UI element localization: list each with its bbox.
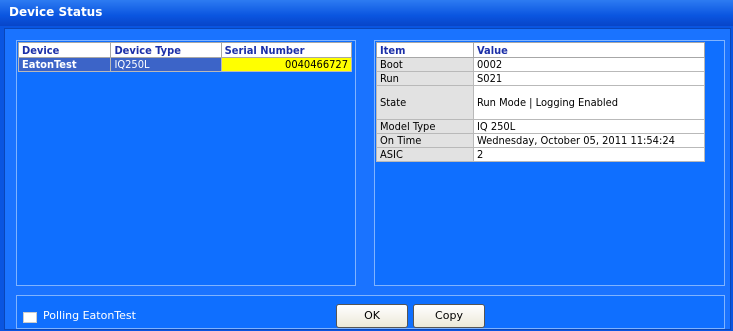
value-cell: IQ 250L: [473, 119, 705, 134]
value-cell: 2: [473, 147, 705, 162]
value-cell: 0002: [473, 57, 705, 72]
table-row[interactable]: Run S021: [376, 71, 705, 86]
value-cell: Wednesday, October 05, 2011 11:54:24: [473, 133, 705, 148]
copy-button[interactable]: Copy: [413, 304, 485, 328]
title-bar: Device Status: [0, 0, 733, 26]
item-cell: Model Type: [376, 119, 474, 134]
device-table-header: Device Device Type Serial Number: [17, 42, 353, 58]
value-cell: S021: [473, 71, 705, 86]
device-table: Device Device Type Serial Number EatonTe…: [17, 42, 353, 72]
item-cell: On Time: [376, 133, 474, 148]
table-row[interactable]: Boot 0002: [376, 57, 705, 72]
serial-number-cell[interactable]: 0040466727: [220, 57, 353, 72]
ok-button[interactable]: OK: [336, 304, 408, 328]
polling-label: Polling EatonTest: [43, 309, 136, 322]
serial-number-column-header[interactable]: Serial Number: [220, 42, 353, 58]
value-column-header[interactable]: Value: [473, 42, 705, 58]
table-row[interactable]: On Time Wednesday, October 05, 2011 11:54…: [376, 133, 705, 148]
table-row[interactable]: Model Type IQ 250L: [376, 119, 705, 134]
table-row[interactable]: ASIC 2: [376, 147, 705, 162]
item-cell: Boot: [376, 57, 474, 72]
device-type-cell[interactable]: IQ250L: [110, 57, 222, 72]
polling-checkbox[interactable]: [23, 312, 37, 323]
device-cell[interactable]: EatonTest: [17, 57, 112, 72]
item-cell: ASIC: [376, 147, 474, 162]
value-cell: Run Mode | Logging Enabled: [473, 85, 705, 120]
window-title: Device Status: [9, 5, 103, 19]
table-row[interactable]: State Run Mode | Logging Enabled: [376, 85, 705, 120]
device-list-panel: [16, 40, 356, 286]
device-type-column-header[interactable]: Device Type: [110, 42, 222, 58]
item-cell: Run: [376, 71, 474, 86]
item-column-header[interactable]: Item: [376, 42, 474, 58]
item-cell: State: [376, 85, 474, 120]
info-table-header: Item Value: [376, 42, 705, 58]
device-column-header[interactable]: Device: [17, 42, 112, 58]
table-row[interactable]: EatonTest IQ250L 0040466727: [17, 57, 353, 72]
info-table: Item Value Boot 0002 Run S021 State Run Mod…: [376, 42, 705, 162]
